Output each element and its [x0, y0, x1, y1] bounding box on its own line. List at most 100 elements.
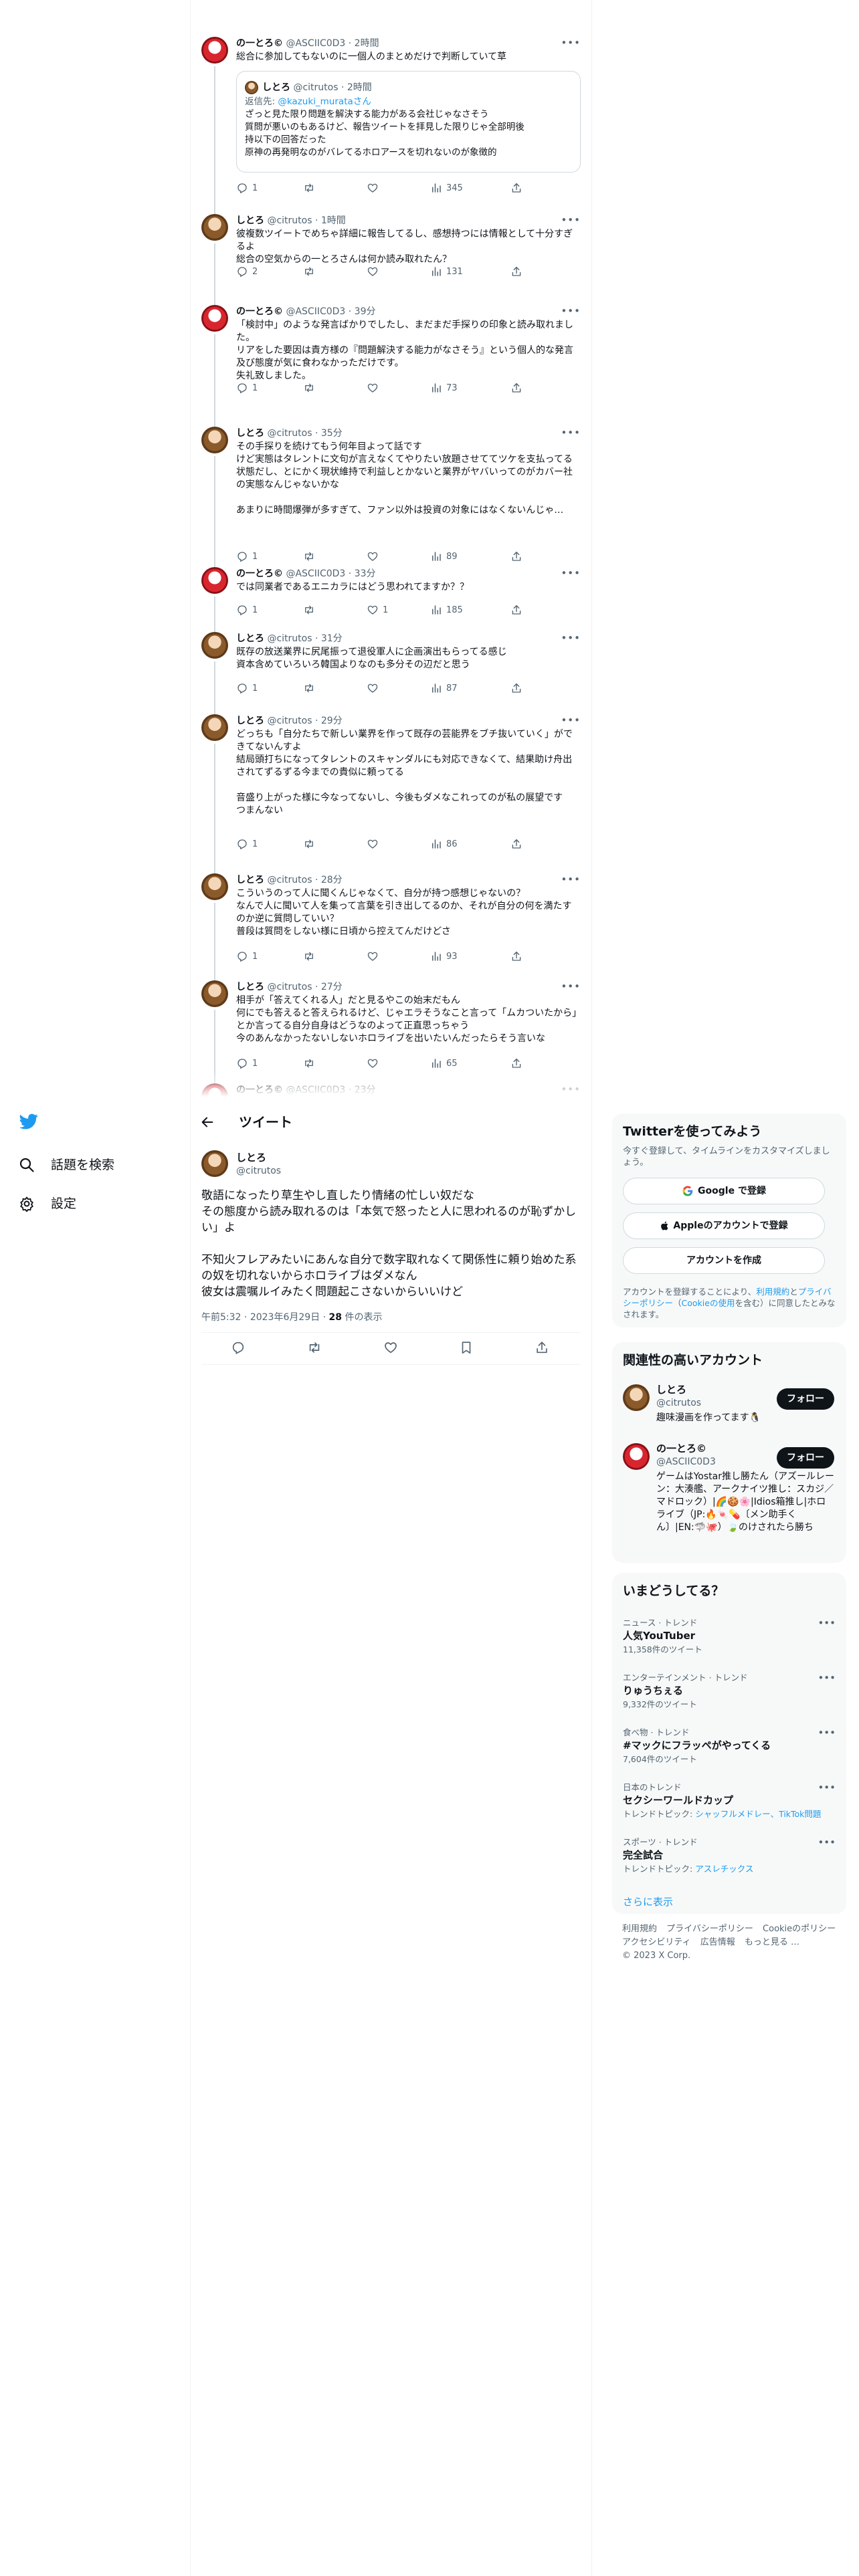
- share-icon[interactable]: [510, 950, 522, 962]
- footer-link[interactable]: プライバシーポリシー: [666, 1924, 753, 1934]
- retweet-icon[interactable]: [303, 182, 315, 194]
- more-icon[interactable]: •••: [818, 1727, 836, 1739]
- create-account-button[interactable]: アカウントを作成: [623, 1247, 825, 1274]
- views-icon[interactable]: [430, 382, 442, 394]
- author-name[interactable]: しとろ: [236, 716, 264, 726]
- reply-icon[interactable]: [236, 838, 248, 850]
- tweet-time[interactable]: · 1時間: [315, 215, 346, 226]
- bookmark-icon[interactable]: [459, 1340, 474, 1355]
- avatar[interactable]: [201, 873, 228, 900]
- views-icon[interactable]: [430, 682, 442, 694]
- share-icon[interactable]: [510, 604, 522, 616]
- account-handle[interactable]: @citrutos: [656, 1396, 701, 1410]
- trend-item[interactable]: エンターテインメント · トレンド りゅうちぇる 9,332件のツイート •••: [612, 1672, 846, 1724]
- account-name[interactable]: の一とろ©: [656, 1442, 706, 1455]
- retweet-icon[interactable]: [303, 682, 315, 694]
- avatar[interactable]: [201, 214, 228, 241]
- more-icon[interactable]: •••: [561, 632, 581, 644]
- trend-item[interactable]: ニュース · トレンド 人気YouTuber 11,358件のツイート •••: [612, 1617, 846, 1669]
- author-handle[interactable]: @citrutos: [267, 982, 312, 992]
- like-icon[interactable]: [367, 604, 379, 616]
- author-handle[interactable]: @citrutos: [267, 716, 312, 726]
- google-signup-button[interactable]: Google で登録: [623, 1178, 825, 1204]
- related-account[interactable]: の一とろ© @ASCIIC0D3 ゲームはYostar推し勝たん（アズールレーン…: [612, 1438, 846, 1558]
- trend-item[interactable]: スポーツ · トレンド 完全試合 トレンドトピック: アスレチックス •••: [612, 1836, 846, 1889]
- reply-icon[interactable]: [236, 550, 248, 562]
- author-handle[interactable]: @citrutos: [236, 1164, 281, 1178]
- avatar[interactable]: [623, 1384, 650, 1411]
- share-icon[interactable]: [510, 265, 522, 278]
- author-handle[interactable]: @citrutos: [267, 428, 312, 439]
- footer-link[interactable]: もっと見る …: [745, 1937, 799, 1947]
- more-icon[interactable]: •••: [561, 427, 581, 439]
- author-handle[interactable]: @citrutos: [267, 875, 312, 885]
- retweet-icon[interactable]: [307, 1340, 322, 1355]
- like-icon[interactable]: [367, 950, 379, 962]
- retweet-icon[interactable]: [303, 382, 315, 394]
- reply-icon[interactable]: [236, 682, 248, 694]
- account-handle[interactable]: @ASCIIC0D3: [656, 1455, 716, 1469]
- more-icon[interactable]: •••: [561, 714, 581, 726]
- reply-icon[interactable]: [236, 382, 248, 394]
- tweet-time[interactable]: · 35分: [315, 428, 343, 439]
- views-icon[interactable]: [430, 838, 442, 850]
- views-icon[interactable]: [430, 182, 442, 194]
- avatar[interactable]: [201, 714, 228, 741]
- reply-icon[interactable]: [236, 1057, 248, 1069]
- tweet-date[interactable]: 2023年6月29日: [250, 1312, 320, 1323]
- views-icon[interactable]: [430, 604, 442, 616]
- more-icon[interactable]: •••: [561, 980, 581, 992]
- follow-button[interactable]: フォロー: [777, 1447, 834, 1469]
- views-icon[interactable]: [430, 950, 442, 962]
- more-icon[interactable]: •••: [561, 567, 581, 579]
- share-icon[interactable]: [535, 1340, 549, 1355]
- reply-icon[interactable]: [236, 182, 248, 194]
- twitter-bird-icon[interactable]: [19, 1112, 39, 1131]
- author-name[interactable]: の一とろ©: [236, 306, 283, 317]
- tweet-time[interactable]: · 29分: [315, 716, 343, 726]
- author-name[interactable]: しとろ: [236, 1151, 266, 1164]
- trend-item[interactable]: 日本のトレンド セクシーワールドカップ トレンドトピック: シャッフルメドレー、T…: [612, 1782, 846, 1834]
- tweet-time[interactable]: · 31分: [315, 633, 343, 644]
- more-icon[interactable]: •••: [561, 37, 581, 49]
- reply-icon[interactable]: [236, 265, 248, 278]
- apple-signup-button[interactable]: Appleのアカウントで登録: [623, 1212, 825, 1239]
- reply-icon[interactable]: [231, 1340, 246, 1355]
- retweet-icon[interactable]: [303, 265, 315, 278]
- author-name[interactable]: しとろ: [236, 982, 264, 992]
- author-name[interactable]: しとろ: [236, 875, 264, 885]
- author-handle[interactable]: @citrutos: [267, 633, 312, 644]
- views-icon[interactable]: [430, 1057, 442, 1069]
- avatar[interactable]: [623, 1443, 650, 1470]
- share-icon[interactable]: [510, 1057, 522, 1069]
- trend-topics-link[interactable]: シャッフルメドレー、TikTok問題: [695, 1809, 821, 1819]
- like-icon[interactable]: [367, 838, 379, 850]
- author-handle[interactable]: @citrutos: [267, 215, 312, 226]
- avatar[interactable]: [201, 1150, 228, 1177]
- share-icon[interactable]: [510, 682, 522, 694]
- author-name[interactable]: しとろ: [236, 215, 264, 226]
- share-icon[interactable]: [510, 382, 522, 394]
- retweet-icon[interactable]: [303, 838, 315, 850]
- more-icon[interactable]: •••: [818, 1782, 836, 1794]
- author-name[interactable]: の一とろ©: [236, 38, 283, 49]
- like-icon[interactable]: [367, 682, 379, 694]
- account-name[interactable]: しとろ: [656, 1383, 686, 1396]
- views-icon[interactable]: [430, 265, 442, 278]
- author-name[interactable]: の一とろ©: [236, 568, 283, 579]
- more-icon[interactable]: •••: [561, 873, 581, 885]
- footer-link[interactable]: © 2023 X Corp.: [622, 1951, 690, 1961]
- like-icon[interactable]: [367, 550, 379, 562]
- reply-icon[interactable]: [236, 604, 248, 616]
- terms-link[interactable]: 利用規約: [756, 1287, 789, 1297]
- footer-link[interactable]: Cookieのポリシー: [763, 1924, 836, 1934]
- related-account[interactable]: しとろ @citrutos 趣味漫画を作ってます🐧 フォロー: [612, 1379, 846, 1430]
- views-icon[interactable]: [430, 550, 442, 562]
- footer-link[interactable]: 利用規約: [622, 1924, 657, 1934]
- author-handle[interactable]: @ASCIIC0D3: [286, 38, 345, 49]
- author-handle[interactable]: @ASCIIC0D3: [286, 568, 345, 579]
- avatar[interactable]: [201, 980, 228, 1007]
- share-icon[interactable]: [510, 838, 522, 850]
- retweet-icon[interactable]: [303, 604, 315, 616]
- more-icon[interactable]: •••: [818, 1617, 836, 1629]
